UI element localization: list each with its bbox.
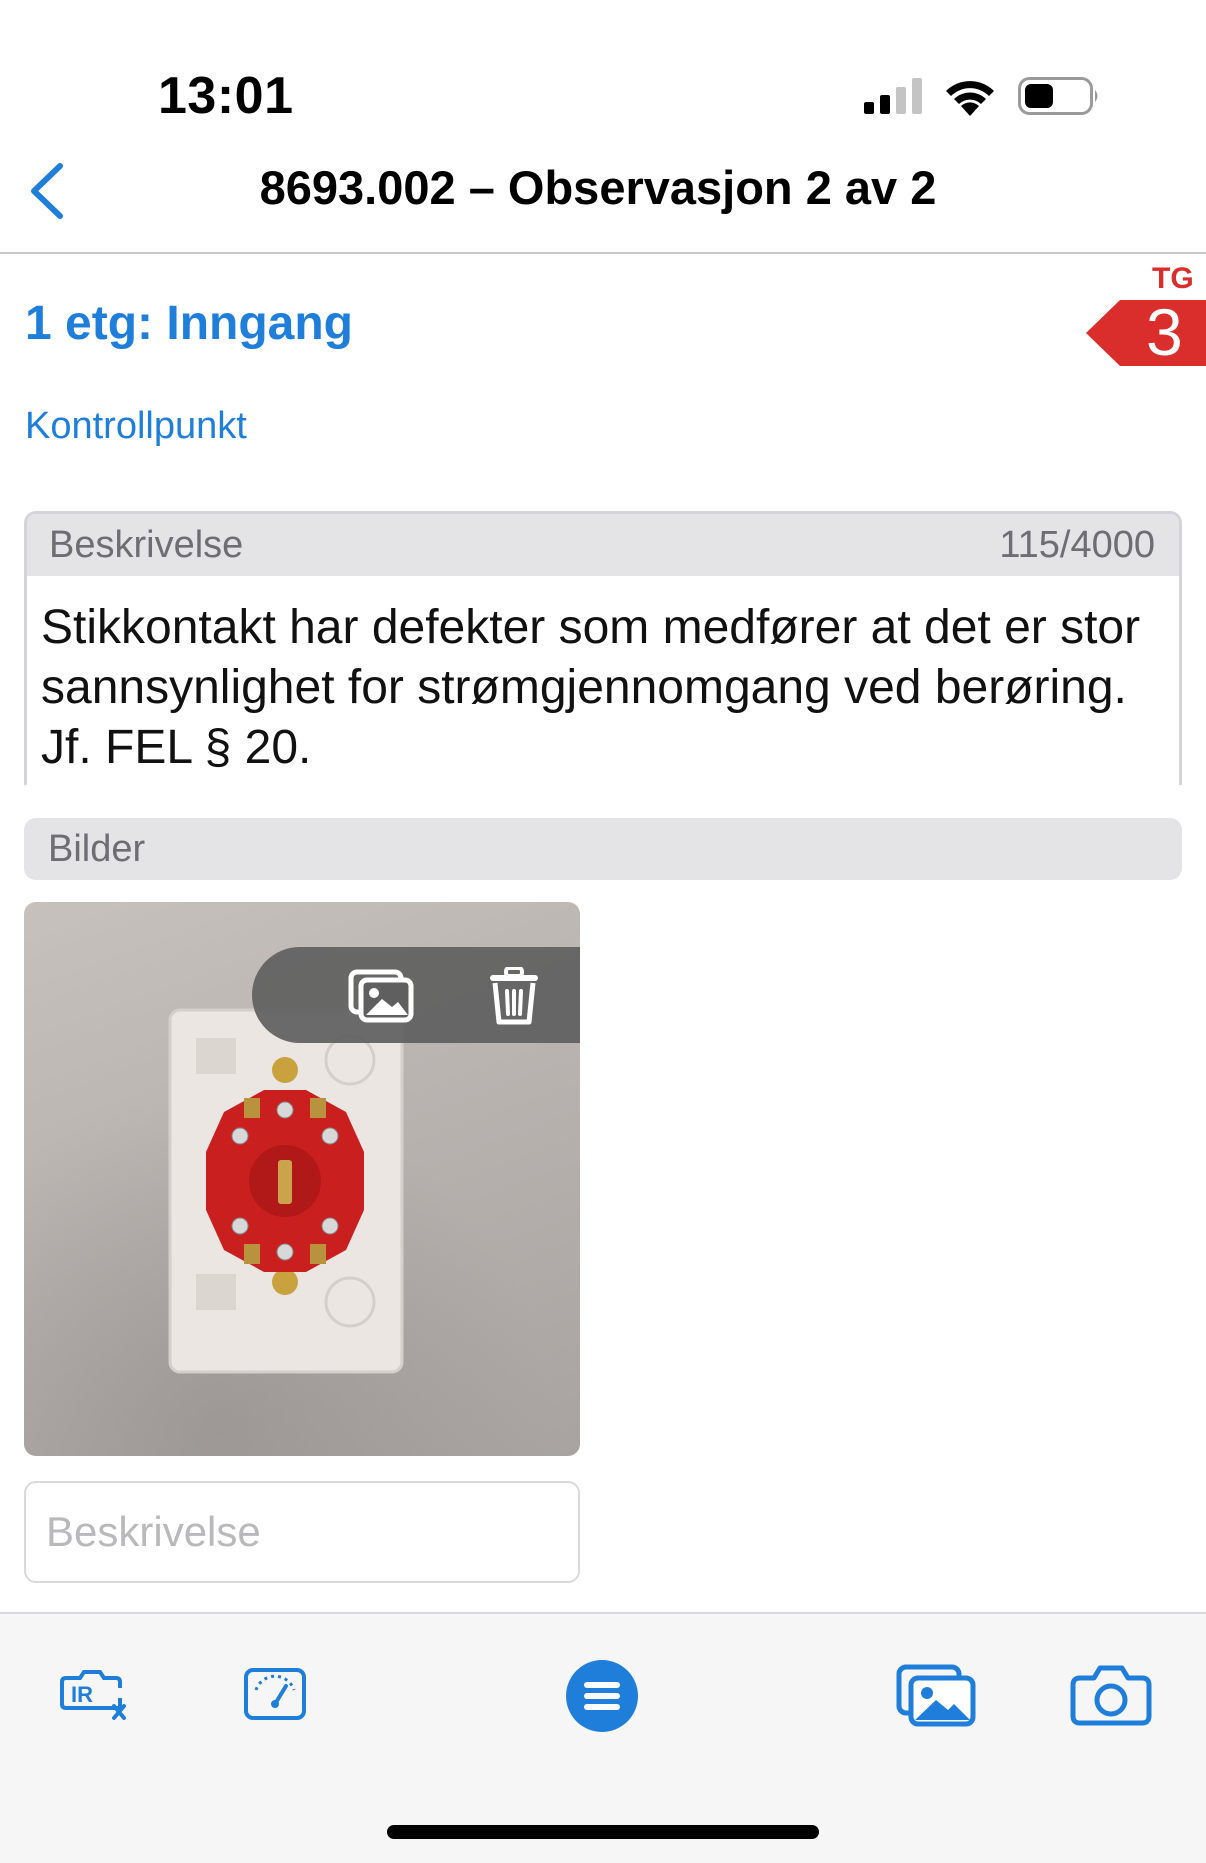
image-description-input[interactable] xyxy=(24,1481,580,1583)
photo-action-bar xyxy=(252,947,580,1043)
battery-icon xyxy=(1018,77,1098,115)
photo-gallery-icon[interactable] xyxy=(348,969,414,1023)
navigation-bar: 8693.002 – Observasjon 2 av 2 xyxy=(0,150,1206,254)
menu-icon[interactable] xyxy=(566,1660,638,1732)
description-header: Beskrivelse 115/4000 xyxy=(27,514,1179,576)
svg-text:IR: IR xyxy=(71,1682,93,1707)
home-indicator[interactable] xyxy=(387,1825,819,1839)
status-bar: 13:01 xyxy=(0,0,1206,150)
page-title: 8693.002 – Observasjon 2 av 2 xyxy=(259,161,937,214)
wifi-icon xyxy=(946,81,994,116)
ir-camera-icon[interactable]: IR xyxy=(60,1668,128,1724)
measurement-meter-icon[interactable] xyxy=(244,1668,306,1720)
kontrollpunkt-link[interactable]: Kontrollpunkt xyxy=(25,405,247,448)
condition-grade-value[interactable]: 3 xyxy=(1146,296,1183,368)
photos-icon[interactable] xyxy=(896,1664,976,1728)
description-label: Beskrivelse xyxy=(49,524,244,566)
character-counter: 115/4000 xyxy=(999,524,1155,566)
trash-icon[interactable] xyxy=(488,967,540,1025)
description-text[interactable]: Stikkontakt har defekter som medfører at… xyxy=(41,598,1161,778)
condition-grade-label: TG xyxy=(1152,262,1194,295)
camera-icon[interactable] xyxy=(1070,1664,1152,1726)
description-box[interactable]: Beskrivelse 115/4000 Stikkontakt har def… xyxy=(24,511,1182,785)
location-title[interactable]: 1 etg: Inngang xyxy=(25,296,353,351)
images-label: Bilder xyxy=(48,828,146,870)
images-section-header: Bilder xyxy=(24,818,1182,880)
status-time: 13:01 xyxy=(158,67,294,125)
cellular-signal-icon xyxy=(864,78,922,114)
